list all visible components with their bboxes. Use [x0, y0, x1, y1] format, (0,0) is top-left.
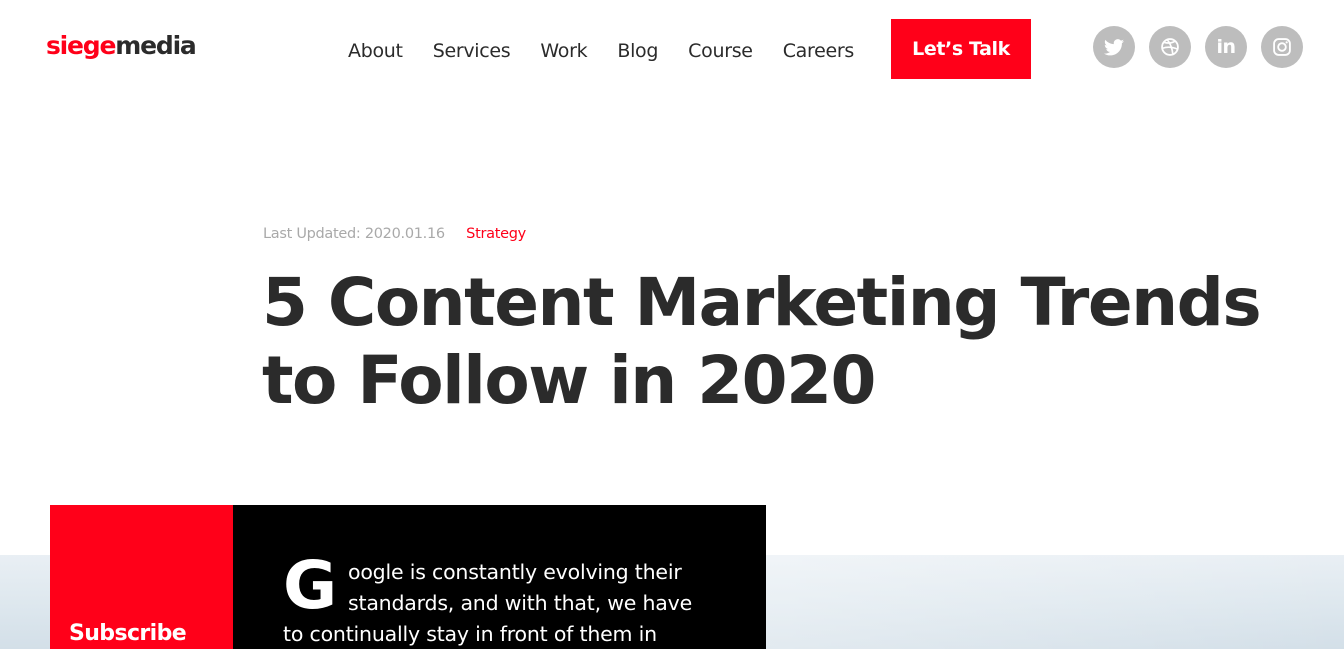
article-meta: Last Updated: 2020.01.16 Strategy — [263, 224, 526, 244]
subscribe-box[interactable]: Subscribe — [50, 505, 233, 649]
nav-item-about[interactable]: About — [333, 34, 418, 68]
intro-text-line: oogle is constantly evolving their — [348, 560, 682, 584]
instagram-link[interactable] — [1261, 26, 1303, 68]
lets-talk-button[interactable]: Let’s Talk — [891, 19, 1031, 79]
hero-image-haze — [760, 555, 1344, 649]
logo-media-text: media — [115, 31, 197, 60]
dribbble-link[interactable] — [1149, 26, 1191, 68]
nav-item-course[interactable]: Course — [673, 34, 768, 68]
category-link[interactable]: Strategy — [466, 226, 526, 242]
main-nav: About Services Work Blog Course Careers — [333, 34, 869, 68]
logo-siege-text: siege — [46, 31, 116, 60]
page-title: 5 Content Marketing Trends to Follow in … — [262, 264, 1262, 419]
intro-box: G oogle is constantly evolving their sta… — [233, 505, 766, 649]
subscribe-label: Subscribe — [69, 621, 187, 646]
instagram-icon — [1272, 37, 1292, 57]
linkedin-link[interactable]: in — [1205, 26, 1247, 68]
nav-item-work[interactable]: Work — [525, 34, 602, 68]
social-links: in — [1093, 26, 1303, 68]
nav-item-blog[interactable]: Blog — [602, 34, 673, 68]
dribbble-icon — [1160, 37, 1180, 57]
last-updated-date: Last Updated: 2020.01.16 — [263, 226, 445, 242]
intro-text-line: standards, and with that, we have — [348, 591, 692, 615]
linkedin-icon: in — [1216, 35, 1236, 58]
nav-item-careers[interactable]: Careers — [768, 34, 869, 68]
twitter-link[interactable] — [1093, 26, 1135, 68]
drop-cap: G — [283, 547, 338, 624]
nav-item-services[interactable]: Services — [418, 34, 526, 68]
twitter-icon — [1104, 38, 1124, 56]
intro-text-line: to continually stay in front of them in — [283, 622, 657, 646]
logo[interactable]: siegemedia — [46, 30, 197, 62]
